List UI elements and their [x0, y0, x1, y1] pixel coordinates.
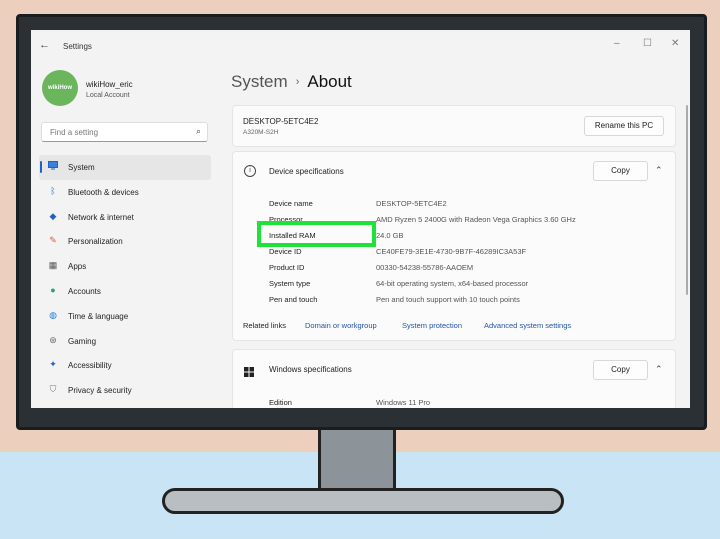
device-name: DESKTOP-5ETC4E2 — [243, 117, 319, 126]
windows-logo-icon — [244, 364, 254, 382]
controller-icon: ⊛ — [49, 334, 57, 345]
sidebar-item-label: Time & language — [68, 311, 129, 321]
device-specs-title: Device specifications — [269, 167, 344, 176]
installed-ram-highlight — [257, 221, 376, 247]
globe-icon: ◍ — [49, 309, 57, 320]
accessibility-icon: ✦ — [49, 359, 57, 370]
spec-label: Product ID — [269, 263, 305, 272]
sidebar-item-gaming[interactable]: ⊛ Gaming — [39, 329, 211, 354]
device-model: A320M-S2H — [243, 129, 279, 136]
sidebar-item-personalization[interactable]: ✎ Personalization — [39, 229, 211, 254]
info-icon: i — [244, 165, 256, 177]
account-type: Local Account — [86, 92, 130, 99]
copy-windows-specs-button[interactable]: Copy — [593, 360, 648, 380]
search-input[interactable]: Find a setting ⌕ — [41, 122, 208, 142]
chevron-up-icon[interactable]: ⌃ — [655, 364, 663, 375]
sidebar-item-system[interactable]: System — [39, 155, 211, 180]
link-system-protection[interactable]: System protection — [402, 321, 462, 330]
windows-specifications-card: Windows specifications Copy ⌃ Edition Wi… — [232, 349, 676, 408]
sidebar-item-network[interactable]: ◆ Network & internet — [39, 205, 211, 230]
sidebar-item-label: System — [68, 163, 95, 172]
spec-row-device-name: Device name DESKTOP-5ETC4E2 — [269, 199, 447, 208]
spec-label: System type — [269, 279, 311, 288]
maximize-button[interactable]: ☐ — [643, 38, 652, 49]
chevron-right-icon: › — [295, 76, 300, 88]
shield-icon: ⛉ — [49, 384, 57, 395]
spec-value: AMD Ryzen 5 2400G with Radeon Vega Graph… — [376, 215, 576, 224]
sidebar-item-label: Accessibility — [68, 361, 112, 371]
sidebar-item-accessibility[interactable]: ✦ Accessibility — [39, 353, 211, 378]
back-arrow-icon[interactable]: ← — [39, 39, 50, 51]
avatar[interactable]: wikiHow — [42, 70, 78, 106]
spec-row-edition: Edition Windows 11 Pro — [269, 398, 430, 407]
spec-row-product-id: Product ID 00330-54238-55786-AAOEM — [269, 263, 473, 272]
spec-value: CE40FE79-3E1E-4730-9B7F-46289IC3A53F — [376, 247, 527, 256]
sidebar-item-label: Network & internet — [68, 212, 134, 222]
rename-pc-button[interactable]: Rename this PC — [584, 116, 664, 136]
scrollbar[interactable] — [686, 105, 688, 295]
sidebar-item-apps[interactable]: ▦ Apps — [39, 254, 211, 279]
search-placeholder: Find a setting — [50, 128, 99, 137]
display-icon — [48, 161, 58, 171]
page-title: About — [307, 72, 352, 91]
bluetooth-icon: ᛒ — [50, 185, 56, 196]
sidebar-item-privacy[interactable]: ⛉ Privacy & security — [39, 378, 211, 403]
apps-icon: ▦ — [48, 260, 58, 271]
wifi-icon: ◆ — [49, 210, 57, 221]
spec-value: 00330-54238-55786-AAOEM — [376, 263, 474, 272]
sidebar-item-time-language[interactable]: ◍ Time & language — [39, 304, 211, 329]
copy-device-specs-button[interactable]: Copy — [593, 161, 648, 181]
sidebar-item-label: Bluetooth & devices — [68, 187, 139, 197]
spec-row-pen-touch: Pen and touch Pen and touch support with… — [269, 295, 520, 304]
sidebar-item-label: Personalization — [68, 237, 123, 247]
spec-value: Pen and touch support with 10 touch poin… — [376, 295, 520, 304]
brush-icon: ✎ — [49, 235, 57, 246]
chevron-up-icon[interactable]: ⌃ — [655, 165, 663, 176]
settings-window: ← Settings – ☐ ✕ wikiHow wikiHow_eric Lo… — [31, 30, 690, 408]
spec-value: 64-bit operating system, x64-based proce… — [376, 279, 529, 288]
sidebar-item-label: Accounts — [68, 286, 101, 296]
sidebar-nav: System ᛒ Bluetooth & devices ◆ Network &… — [39, 155, 211, 403]
title-bar: ← Settings – ☐ ✕ — [31, 30, 690, 62]
close-button[interactable]: ✕ — [671, 38, 679, 49]
spec-label: Device name — [269, 199, 313, 208]
monitor-stand-neck — [318, 418, 396, 498]
spec-value: 24.0 GB — [376, 231, 404, 240]
spec-label: Pen and touch — [269, 295, 318, 304]
sidebar-item-label: Gaming — [68, 336, 97, 346]
spec-row-device-id: Device ID CE40FE79-3E1E-4730-9B7F-46289I… — [269, 247, 526, 256]
spec-label: Edition — [269, 398, 292, 407]
related-links-label: Related links — [243, 321, 286, 330]
breadcrumb: System › About — [231, 72, 352, 92]
windows-specs-title: Windows specifications — [269, 365, 352, 374]
sidebar-item-bluetooth[interactable]: ᛒ Bluetooth & devices — [39, 180, 211, 205]
user-name: wikiHow_eric — [86, 80, 133, 89]
person-icon: ● — [50, 284, 56, 295]
sidebar-item-label: Privacy & security — [68, 386, 132, 396]
sidebar-item-label: Apps — [68, 262, 87, 272]
device-name-card: DESKTOP-5ETC4E2 A320M-S2H Rename this PC — [232, 105, 676, 147]
link-domain-workgroup[interactable]: Domain or workgroup — [305, 321, 377, 330]
link-advanced-system-settings[interactable]: Advanced system settings — [484, 321, 571, 330]
minimize-button[interactable]: – — [614, 38, 620, 49]
spec-value: DESKTOP-5ETC4E2 — [376, 199, 447, 208]
spec-value: Windows 11 Pro — [376, 398, 431, 407]
monitor-stand-base — [162, 488, 564, 514]
spec-label: Device ID — [269, 247, 302, 256]
sidebar-item-accounts[interactable]: ● Accounts — [39, 279, 211, 304]
window-title: Settings — [63, 42, 92, 51]
search-icon[interactable]: ⌕ — [196, 126, 201, 137]
breadcrumb-parent[interactable]: System — [231, 72, 288, 91]
spec-row-system-type: System type 64-bit operating system, x64… — [269, 279, 528, 288]
